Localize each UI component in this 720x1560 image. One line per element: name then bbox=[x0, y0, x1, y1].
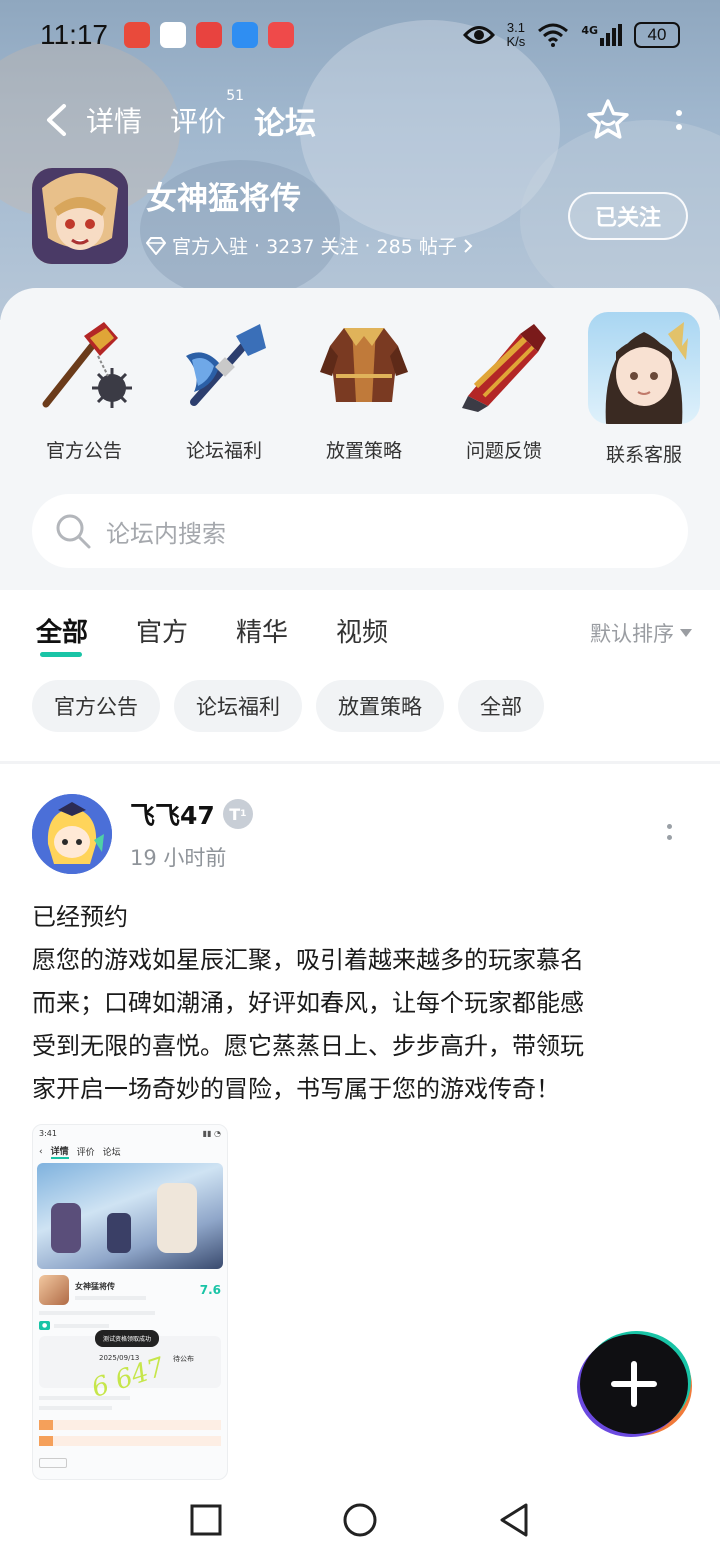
chip-all[interactable]: 全部 bbox=[458, 680, 544, 732]
blue-axe-icon bbox=[186, 324, 266, 406]
app-notification-icon bbox=[232, 22, 258, 48]
create-post-button[interactable] bbox=[580, 1334, 688, 1434]
more-vertical-icon[interactable] bbox=[674, 110, 684, 130]
post-line: 愿您的游戏如星辰汇聚，吸引着越来越多的玩家慕名 bbox=[32, 946, 584, 974]
thumb-time: 3:41 bbox=[39, 1129, 57, 1138]
filter-tab-featured[interactable]: 精华 bbox=[236, 612, 288, 649]
game-title: 女神猛将传 bbox=[146, 181, 301, 217]
post-line: 已经预约 bbox=[32, 903, 128, 931]
search-icon bbox=[56, 514, 91, 549]
chip-idle-strategy[interactable]: 放置策略 bbox=[316, 680, 444, 732]
post-author[interactable]: 飞飞47 T1 bbox=[130, 796, 253, 832]
thumb-tab: 论坛 bbox=[102, 1148, 121, 1158]
thumb-tab: 评价 bbox=[76, 1148, 95, 1158]
game-header: 女神猛将传 官方入驻 · 3237 关注 · 285 帖子 已关注 bbox=[32, 168, 688, 264]
sort-dropdown[interactable]: 默认排序 bbox=[590, 618, 692, 648]
square-icon[interactable] bbox=[190, 1504, 222, 1536]
tab-reviews-label: 评价 bbox=[170, 105, 227, 138]
battery-indicator: 40 bbox=[634, 22, 680, 48]
shortcut-label: 论坛福利 bbox=[185, 440, 262, 462]
review-count-badge: 51 bbox=[226, 88, 245, 104]
tab-forum[interactable]: 论坛 bbox=[252, 98, 319, 143]
notification-icons bbox=[124, 22, 294, 48]
search-placeholder: 论坛内搜索 bbox=[106, 519, 226, 548]
armor-robe-icon bbox=[320, 328, 408, 402]
top-nav: 详情 评价 51 论坛 bbox=[0, 88, 720, 150]
network-speed: 3.1 K/s bbox=[506, 20, 526, 49]
spiked-mace-icon bbox=[42, 322, 132, 408]
shortcut-official-announcement[interactable]: 官方公告 bbox=[30, 312, 138, 467]
shortcut-contact-support[interactable]: 联系客服 bbox=[588, 312, 700, 467]
game-icon[interactable] bbox=[32, 168, 128, 264]
user-level-badge: T1 bbox=[222, 799, 253, 829]
post-filters: 全部 官方 精华 视频 默认排序 官方公告 论坛福利 放置策略 全部 bbox=[0, 590, 720, 764]
star-smile-icon[interactable] bbox=[586, 98, 630, 142]
caret-down-icon bbox=[680, 629, 692, 637]
thumb-tab: 详情 bbox=[50, 1144, 69, 1159]
tab-details[interactable]: 详情 bbox=[86, 100, 142, 140]
circle-icon[interactable] bbox=[342, 1502, 378, 1538]
more-vertical-icon[interactable] bbox=[667, 824, 672, 840]
avatar[interactable] bbox=[32, 794, 112, 874]
thumb-toast: 测试资格领取成功 bbox=[95, 1330, 160, 1347]
chevron-right-icon bbox=[464, 238, 473, 253]
chevron-left-icon[interactable] bbox=[36, 100, 76, 140]
thumb-pending: 待公布 bbox=[173, 1355, 194, 1363]
filter-tab-all[interactable]: 全部 bbox=[36, 612, 88, 657]
status-time: 11:17 bbox=[40, 19, 108, 50]
sort-label: 默认排序 bbox=[590, 622, 674, 646]
app-notification-icon bbox=[196, 22, 222, 48]
app-notification-icon bbox=[268, 22, 294, 48]
post-time: 19 小时前 bbox=[130, 846, 227, 870]
shortcut-forum-welfare[interactable]: 论坛福利 bbox=[170, 312, 278, 467]
separator: · bbox=[254, 234, 261, 257]
system-navigation-bar bbox=[0, 1480, 720, 1560]
status-bar: 11:17 3.1 K/s 4G 40 bbox=[0, 0, 720, 70]
author-name: 飞飞47 bbox=[130, 801, 215, 830]
wifi-icon bbox=[538, 23, 569, 47]
chip-forum-welfare[interactable]: 论坛福利 bbox=[174, 680, 302, 732]
shortcut-feedback[interactable]: 问题反馈 bbox=[450, 312, 558, 467]
post-image-thumbnail[interactable]: 3:41 ▮▮ ◔ ‹ 详情 评价 论坛 女神猛将传 7.6 ● 测试资格领取成… bbox=[32, 1124, 228, 1480]
followers-count: 3237 关注 bbox=[266, 236, 359, 258]
red-gauntlet-icon bbox=[462, 324, 546, 412]
post-line: 而来；口碑如潮涌，好评如春风，让每个玩家都能感 bbox=[32, 989, 584, 1017]
thumb-game-name: 女神猛将传 bbox=[75, 1281, 115, 1291]
eye-icon bbox=[462, 26, 495, 44]
tab-reviews[interactable]: 评价 51 bbox=[170, 88, 244, 140]
forum-search-input[interactable]: 论坛内搜索 bbox=[32, 494, 688, 568]
game-stats[interactable]: 官方入驻 · 3237 关注 · 285 帖子 bbox=[146, 232, 473, 259]
shortcut-label: 问题反馈 bbox=[465, 440, 542, 462]
shortcut-label: 联系客服 bbox=[605, 444, 682, 466]
followed-button[interactable]: 已关注 bbox=[568, 192, 688, 240]
chip-official-announcement[interactable]: 官方公告 bbox=[32, 680, 160, 732]
anime-girl-avatar-icon bbox=[605, 322, 688, 424]
triangle-back-icon[interactable] bbox=[498, 1502, 530, 1538]
filter-tab-official[interactable]: 官方 bbox=[136, 612, 188, 649]
post-content[interactable]: 已经预约 愿您的游戏如星辰汇聚，吸引着越来越多的玩家慕名 而来；口碑如潮涌，好评… bbox=[32, 896, 692, 1111]
thumb-score: 7.6 bbox=[199, 1283, 221, 1297]
app-notification-icon bbox=[124, 22, 150, 48]
plus-icon bbox=[611, 1361, 657, 1407]
separator: · bbox=[364, 234, 371, 257]
verified-label: 官方入驻 bbox=[172, 236, 249, 258]
filter-tab-video[interactable]: 视频 bbox=[336, 612, 388, 649]
shortcut-idle-strategy[interactable]: 放置策略 bbox=[310, 312, 418, 467]
posts-count: 285 帖子 bbox=[376, 236, 457, 258]
diamond-verified-icon bbox=[146, 236, 166, 255]
shortcut-label: 官方公告 bbox=[45, 440, 122, 462]
cellular-signal-icon: 4G bbox=[581, 24, 622, 46]
post-line: 受到无限的喜悦。愿它蒸蒸日上、步步高升，带领玩 bbox=[32, 1032, 584, 1060]
shortcut-label: 放置策略 bbox=[325, 440, 402, 462]
app-notification-icon bbox=[160, 22, 186, 48]
post-line: 家开启一场奇妙的冒险，书写属于您的游戏传奇！ bbox=[32, 1075, 560, 1103]
forum-shortcuts-panel: 官方公告 论坛福利 放置策略 问题反馈 联系客服 论坛内搜索 bbox=[0, 288, 720, 590]
